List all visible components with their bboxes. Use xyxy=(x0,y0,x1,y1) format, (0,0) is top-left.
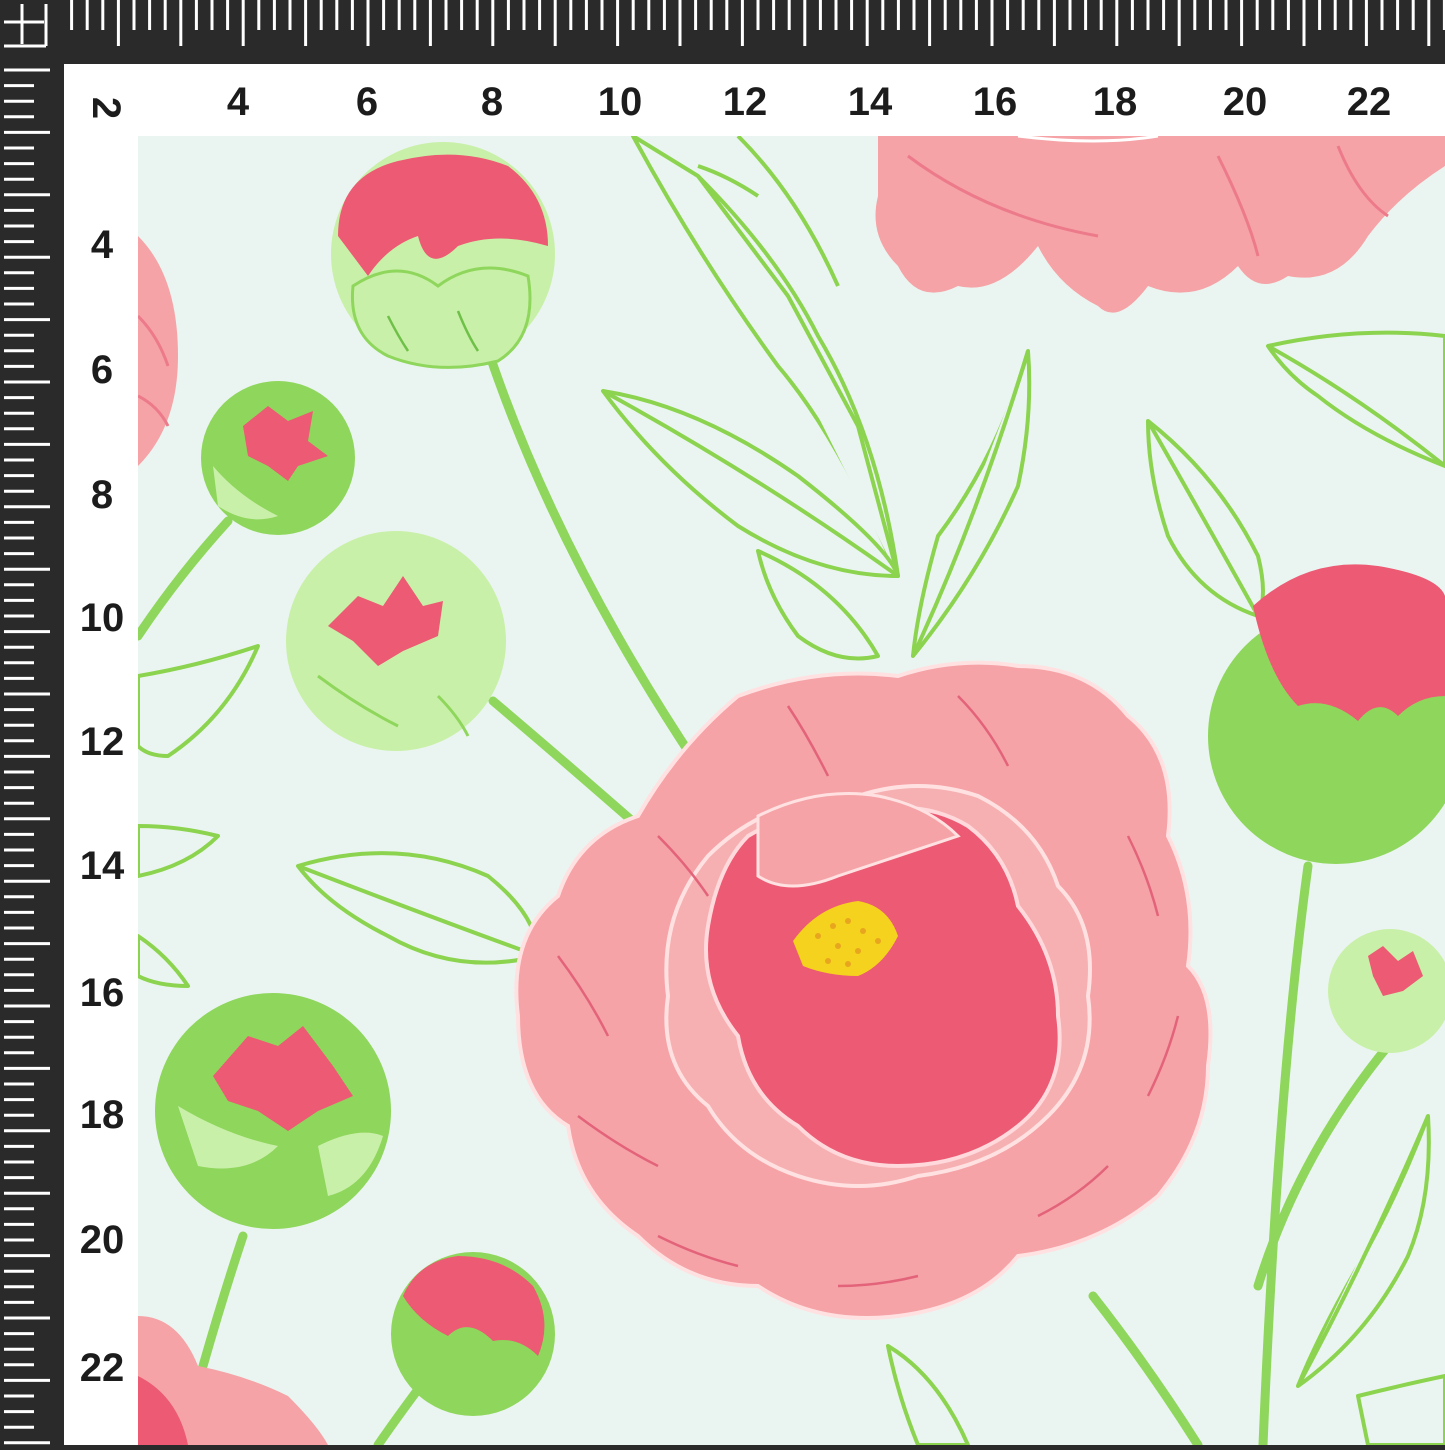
ruler-top-label: 6 xyxy=(356,82,378,122)
ruler-left-label: 20 xyxy=(80,1220,125,1260)
ruler-top-label: 18 xyxy=(1093,82,1138,122)
bud-top xyxy=(331,142,555,367)
ruler-left-label: 16 xyxy=(80,973,125,1013)
ruler-top-label: 14 xyxy=(848,82,893,122)
ruler-corner-label: 2 xyxy=(86,97,126,119)
ruler-top-label: 12 xyxy=(723,82,768,122)
ruler-top-ticks xyxy=(0,0,1445,64)
fabric-swatch xyxy=(138,136,1445,1445)
bud-left-1 xyxy=(201,381,355,535)
ruler-left-label: 22 xyxy=(80,1348,125,1388)
ruler-left-label: 10 xyxy=(80,598,125,638)
ruler-top-label: 8 xyxy=(481,82,503,122)
bud-bottom xyxy=(391,1252,555,1416)
ruler-top-label: 10 xyxy=(598,82,643,122)
ruler-left-label: 6 xyxy=(91,350,113,390)
ruler-top-label: 4 xyxy=(227,82,249,122)
crosshair-icon xyxy=(0,0,50,50)
peony-print xyxy=(138,136,1445,1445)
ruler-top xyxy=(0,0,1445,64)
ruler-left-ticks xyxy=(0,0,64,1445)
bud-left-2 xyxy=(286,531,506,751)
ruler-left xyxy=(0,0,64,1445)
bud-left-3 xyxy=(155,993,391,1229)
ruler-left-label: 14 xyxy=(80,846,125,886)
ruler-left-label: 18 xyxy=(80,1095,125,1135)
ruler-left-label: 4 xyxy=(91,225,113,265)
ruler-top-label: 20 xyxy=(1223,82,1268,122)
ruler-top-label: 16 xyxy=(973,82,1018,122)
ruler-left-label: 8 xyxy=(91,475,113,515)
ruler-top-label: 22 xyxy=(1347,82,1392,122)
ruler-left-label: 12 xyxy=(80,722,125,762)
